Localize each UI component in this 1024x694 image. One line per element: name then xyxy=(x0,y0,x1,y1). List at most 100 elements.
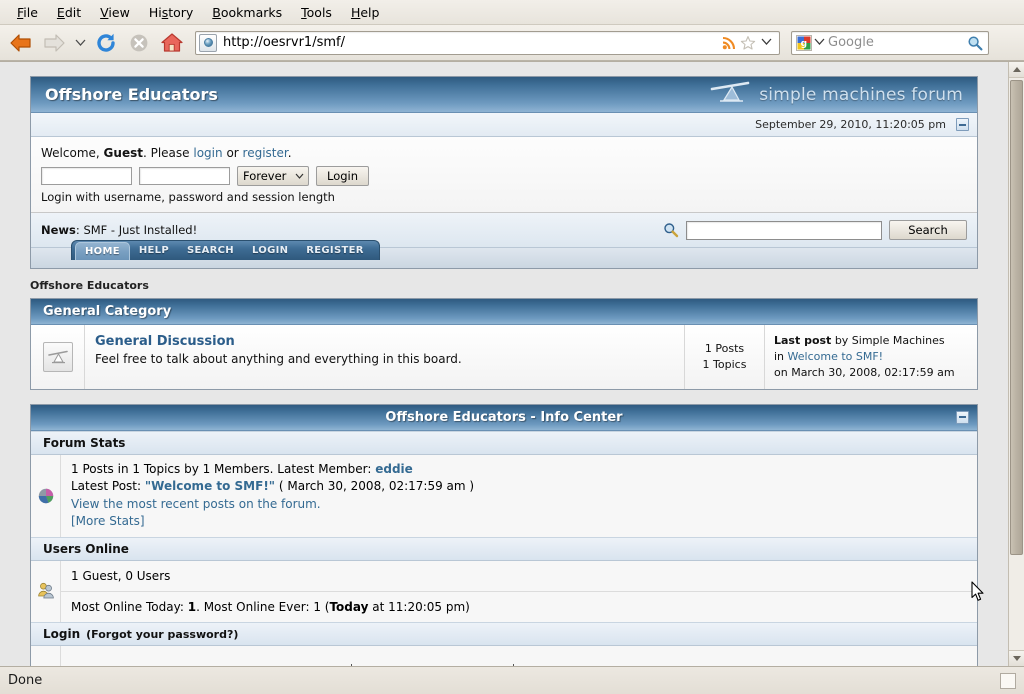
google-icon[interactable]: g xyxy=(796,34,812,51)
board-name-link[interactable]: General Discussion xyxy=(95,334,674,349)
username-input[interactable] xyxy=(41,167,132,185)
collapse-minus-icon[interactable] xyxy=(956,410,969,424)
scroll-down-button[interactable] xyxy=(1009,650,1024,666)
chevron-down-icon xyxy=(75,39,85,46)
forum-search-button[interactable]: Search xyxy=(889,220,967,240)
nav-tabs: HOME HELP SEARCH LOGIN REGISTER xyxy=(71,240,380,260)
vertical-scrollbar[interactable] xyxy=(1008,62,1024,666)
login-section-row xyxy=(31,646,977,666)
rss-feed-icon[interactable] xyxy=(722,35,737,50)
menu-tools[interactable]: Tools xyxy=(292,3,341,22)
news-text: News: SMF - Just Installed! xyxy=(41,223,197,237)
magnifier-icon[interactable] xyxy=(967,35,983,51)
tab-search[interactable]: SEARCH xyxy=(178,242,243,260)
menu-file[interactable]: File xyxy=(8,3,47,22)
info-center-title: Offshore Educators - Info Center xyxy=(385,409,623,425)
users-online-row: 1 Guest, 0 Users Most Online Today: 1. M… xyxy=(31,561,977,623)
scroll-up-arrow-icon xyxy=(1012,67,1021,72)
login-section-heading[interactable]: Login (Forgot your password?) xyxy=(31,622,977,647)
login-button[interactable]: Login xyxy=(316,166,370,186)
category-block: General Category General Discussion Feel… xyxy=(30,298,978,390)
board-topic-count: 1 Topics xyxy=(702,357,747,371)
users-online-heading[interactable]: Users Online xyxy=(31,537,977,562)
menu-help[interactable]: Help xyxy=(342,3,389,22)
forum-header: Offshore Educators simple machines forum xyxy=(31,77,977,113)
forgot-password-link[interactable]: (Forgot your password?) xyxy=(86,628,238,641)
svg-text:g: g xyxy=(801,39,807,49)
pie-chart-icon xyxy=(36,485,56,508)
breadcrumb[interactable]: Offshore Educators xyxy=(30,279,978,292)
board-info: General Discussion Feel free to talk abo… xyxy=(85,325,684,389)
scroll-up-button[interactable] xyxy=(1009,62,1024,78)
news-separator: : xyxy=(75,223,80,237)
url-text[interactable]: http://oesrvr1/smf/ xyxy=(221,35,722,50)
scroll-down-arrow-icon xyxy=(1012,656,1021,661)
session-length-value: Forever xyxy=(243,169,287,183)
forum-search-input[interactable] xyxy=(686,220,882,240)
latest-member-link[interactable]: eddie xyxy=(375,462,413,476)
navigation-toolbar: http://oesrvr1/smf/ g Google xyxy=(0,25,1024,61)
tab-register[interactable]: REGISTER xyxy=(297,242,372,260)
password-input[interactable] xyxy=(139,167,230,185)
magnifier-icon[interactable] xyxy=(663,222,679,238)
welcome-period: . xyxy=(287,146,292,160)
chevron-down-icon[interactable] xyxy=(812,38,828,48)
news-body: SMF - Just Installed! xyxy=(83,223,198,237)
menu-view[interactable]: View xyxy=(91,3,139,22)
current-datetime: September 29, 2010, 11:20:05 pm xyxy=(755,118,946,131)
most-ever-suffix: at 11:20:05 pm) xyxy=(368,600,470,615)
resize-grip-icon[interactable] xyxy=(1000,672,1016,689)
scrollbar-track[interactable] xyxy=(1009,78,1024,650)
forum-wrapper: Offshore Educators simple machines forum xyxy=(30,76,978,269)
forward-button[interactable] xyxy=(39,28,69,58)
forum-stats-heading[interactable]: Forum Stats xyxy=(31,430,977,455)
login-section-icon-cell xyxy=(31,646,61,666)
menu-edit[interactable]: Edit xyxy=(48,3,90,22)
url-bar[interactable]: http://oesrvr1/smf/ xyxy=(195,30,780,55)
guest-login-band: Welcome, Guest. Please login or register… xyxy=(31,137,977,213)
search-input[interactable]: Google xyxy=(828,35,967,50)
reload-button[interactable] xyxy=(91,28,121,58)
field-tick-right xyxy=(513,664,514,666)
most-today-prefix: Most Online Today: xyxy=(71,600,184,615)
more-stats-link[interactable]: [More Stats] xyxy=(71,514,145,528)
forum-stats-body: 1 Posts in 1 Topics by 1 Members. Latest… xyxy=(61,455,977,538)
login-section-body xyxy=(61,646,977,666)
category-header: General Category xyxy=(31,299,977,325)
scrollbar-thumb[interactable] xyxy=(1010,80,1023,555)
forward-arrow-icon xyxy=(42,33,66,53)
smf-logo[interactable]: simple machines forum xyxy=(708,80,967,109)
latest-post-link[interactable]: "Welcome to SMF!" xyxy=(145,479,275,493)
login-link[interactable]: login xyxy=(193,146,222,160)
history-dropdown-button[interactable] xyxy=(72,28,88,58)
tab-login[interactable]: LOGIN xyxy=(243,242,297,260)
welcome-or: or xyxy=(226,146,239,160)
menu-bookmarks[interactable]: Bookmarks xyxy=(203,3,291,22)
users-online-icon-cell xyxy=(31,561,61,623)
home-icon xyxy=(161,32,183,53)
home-button[interactable] xyxy=(157,28,187,58)
register-link[interactable]: register xyxy=(243,146,288,160)
users-online-count: 1 Guest, 0 Users xyxy=(61,561,977,593)
users-online-heading-label: Users Online xyxy=(43,542,129,557)
web-page: Offshore Educators simple machines forum xyxy=(0,62,1008,666)
collapse-minus-icon[interactable] xyxy=(956,118,969,131)
status-bar: Done xyxy=(0,666,1024,694)
tab-home[interactable]: HOME xyxy=(75,241,130,260)
session-length-select[interactable]: Forever xyxy=(237,166,309,186)
last-post-topic-link[interactable]: Welcome to SMF! xyxy=(788,350,884,363)
forum-stats-heading-label: Forum Stats xyxy=(43,435,126,450)
url-bar-icons xyxy=(722,35,779,51)
users-group-icon xyxy=(36,580,56,603)
view-recent-posts-link[interactable]: View the most recent posts on the forum. xyxy=(71,497,321,511)
star-icon[interactable] xyxy=(740,35,756,51)
tab-help[interactable]: HELP xyxy=(130,242,178,260)
menu-history[interactable]: History xyxy=(140,3,202,22)
chevron-down-icon[interactable] xyxy=(759,38,774,48)
forum-stats-icon-cell xyxy=(31,454,61,538)
category-title[interactable]: General Category xyxy=(43,304,171,319)
browser-search-bar[interactable]: g Google xyxy=(791,30,989,55)
back-button[interactable] xyxy=(6,28,36,58)
stop-button[interactable] xyxy=(124,28,154,58)
nav-tab-strip: HOME HELP SEARCH LOGIN REGISTER xyxy=(71,240,380,260)
